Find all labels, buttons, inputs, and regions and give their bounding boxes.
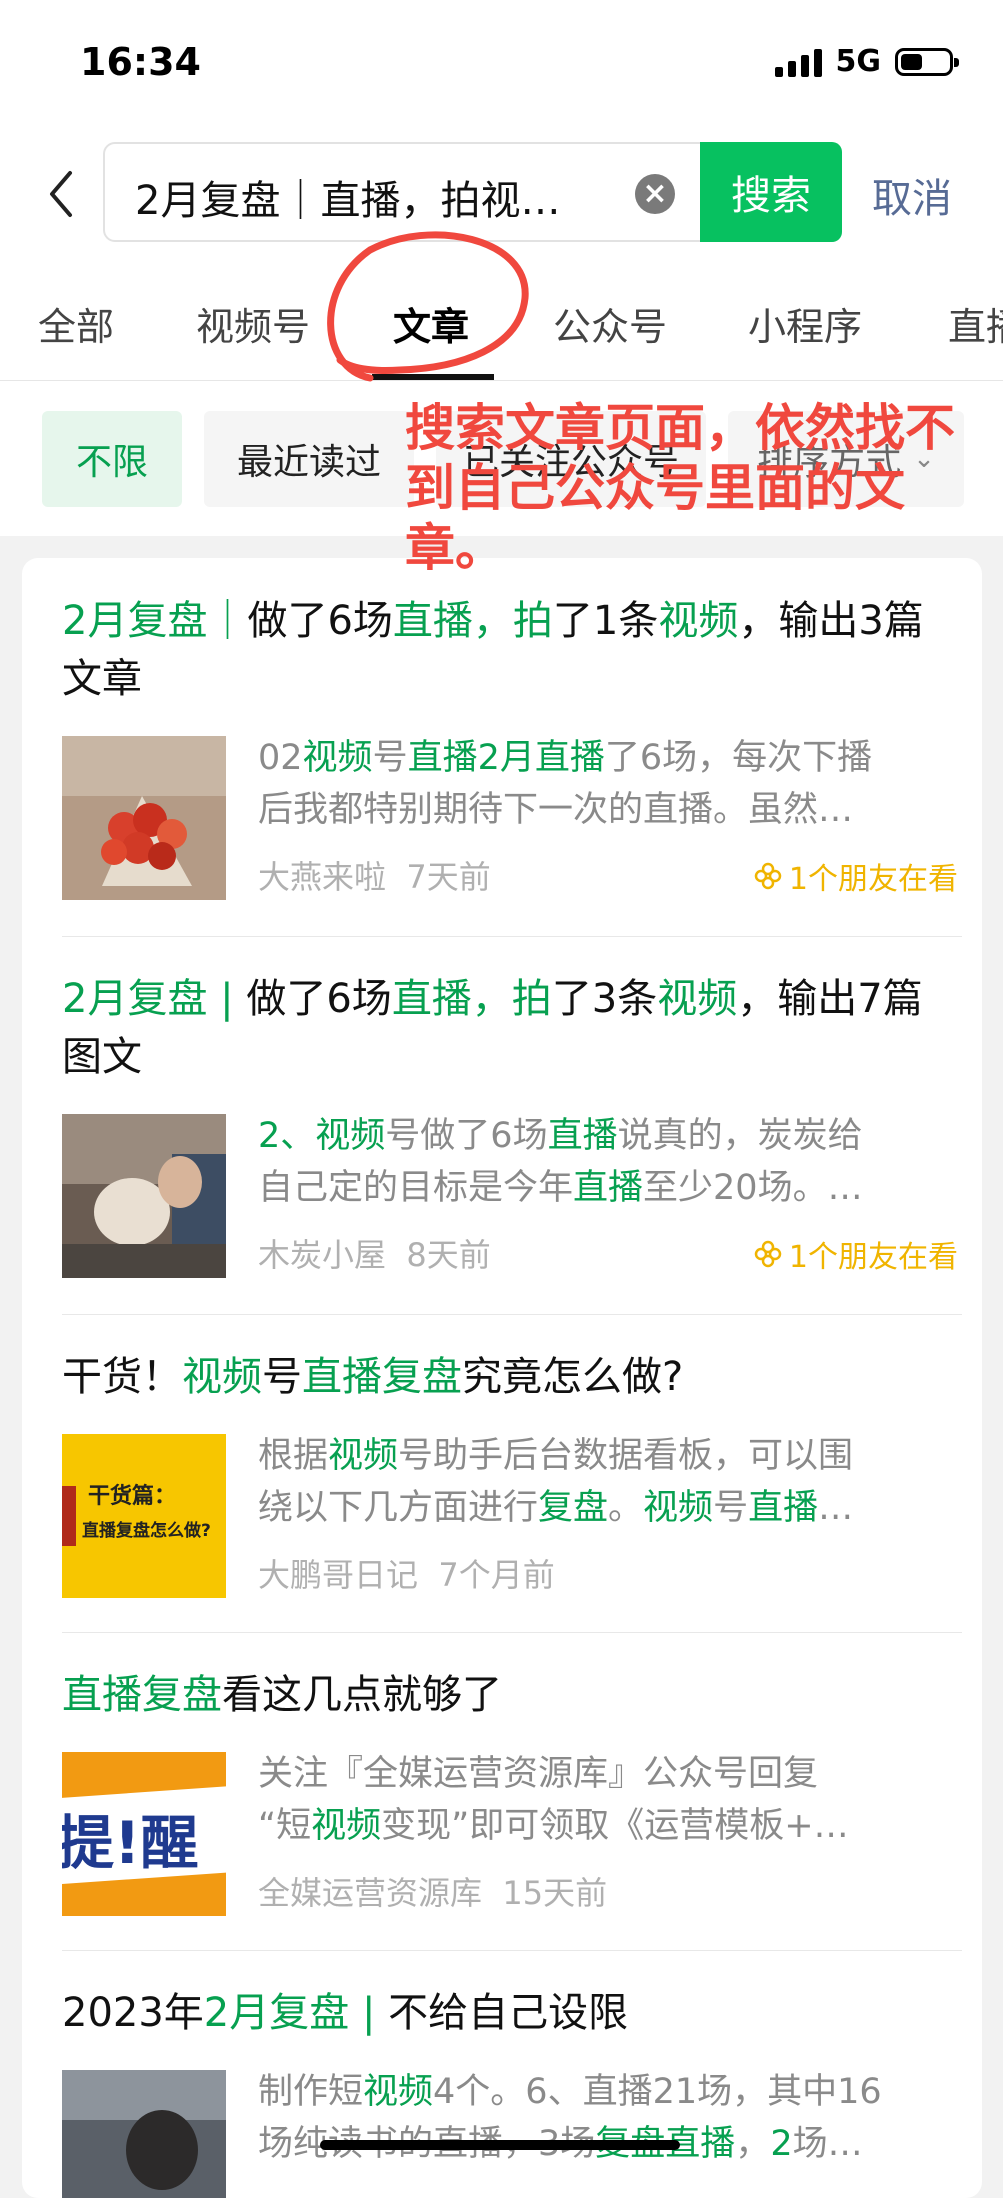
tab-all[interactable]: 全部 bbox=[38, 296, 114, 351]
snippet-line: “短视频变现”即可领取《运营模板+… bbox=[258, 1806, 849, 1846]
signal-icon bbox=[774, 47, 822, 77]
result-title[interactable]: 2023年2月复盘 | 不给自己设限 bbox=[62, 1984, 962, 2042]
results-list: 2月复盘｜做了6场直播，拍了1条视频，输出3篇文章 02视频号直播2月直播了6场… bbox=[22, 558, 982, 2198]
clear-icon[interactable]: × bbox=[635, 174, 675, 214]
snippet-line: 绕以下几方面进行复盘。视频号直播… bbox=[258, 1488, 854, 1528]
result-source: 大鹏哥日记 bbox=[258, 1556, 419, 1594]
friends-reading-badge: 1个朋友在看 bbox=[753, 854, 958, 898]
thumb-text: 直播复盘怎么做? bbox=[82, 1521, 211, 1541]
snippet-line: 自己定的目标是今年直播至少20场。… bbox=[258, 1168, 863, 1208]
tab-channels[interactable]: 视频号 bbox=[196, 296, 310, 351]
thumb-stripe bbox=[62, 1486, 76, 1546]
result-time: 15天前 bbox=[502, 1874, 608, 1912]
tab-mini-programs[interactable]: 小程序 bbox=[748, 296, 862, 351]
result-time: 7个月前 bbox=[438, 1556, 555, 1594]
cancel-button[interactable]: 取消 bbox=[872, 166, 952, 224]
battery-icon bbox=[895, 47, 959, 76]
result-title[interactable]: 干货！视频号直播复盘究竟怎么做? bbox=[62, 1348, 962, 1406]
filter-recent-chip[interactable]: 最近读过 bbox=[204, 411, 414, 507]
result-meta: 全媒运营资源库 15天前 bbox=[258, 1868, 607, 1914]
result-source: 全媒运营资源库 bbox=[258, 1874, 483, 1912]
result-snippet: 根据视频号助手后台数据看板，可以围 绕以下几方面进行复盘。视频号直播… bbox=[258, 1430, 958, 1534]
snippet-line: 02视频号直播2月直播了6场，每次下播 bbox=[258, 738, 873, 778]
thumb-text: 干货篇： bbox=[88, 1484, 177, 1509]
network-label: 5G bbox=[835, 44, 882, 79]
chevron-left-icon[interactable] bbox=[36, 164, 86, 224]
search-button[interactable]: 搜索 bbox=[700, 142, 842, 242]
friends-text: 1个朋友在看 bbox=[788, 862, 958, 897]
snippet-line: 根据视频号助手后台数据看板，可以围 bbox=[258, 1436, 854, 1476]
result-meta: 木炭小屋 8天前 bbox=[258, 1230, 491, 1276]
status-bar: 16:34 5G bbox=[0, 0, 1003, 130]
search-input[interactable]: 2月复盘｜直播，拍视频，输出 × bbox=[103, 142, 703, 242]
result-item[interactable]: 2023年2月复盘 | 不给自己设限 制作短视频4个。6、直播21场，其中16 … bbox=[62, 1950, 962, 2198]
reminder-banner-thumb: 提!醒 bbox=[62, 1752, 226, 1916]
annotation-note: 搜索文章页面，依然找不到自己公众号里面的文章。 bbox=[405, 399, 955, 577]
result-item[interactable]: 直播复盘看这几点就够了 提!醒 关注『全媒运营资源库』公众号回复 “短视频变现”… bbox=[62, 1632, 962, 1951]
friends-text: 1个朋友在看 bbox=[788, 1240, 958, 1275]
battery-level bbox=[901, 53, 922, 70]
yellow-guide-thumb: 干货篇： 直播复盘怎么做? bbox=[62, 1434, 226, 1598]
annotation-circle bbox=[327, 231, 529, 382]
result-time: 7天前 bbox=[406, 858, 491, 896]
result-snippet: 制作短视频4个。6、直播21场，其中16 场纯读书的直播，3场复盘直播，2场… bbox=[258, 2066, 958, 2170]
result-snippet: 关注『全媒运营资源库』公众号回复 “短视频变现”即可领取《运营模板+… bbox=[258, 1748, 958, 1852]
result-source: 木炭小屋 bbox=[258, 1236, 387, 1274]
search-query-text[interactable]: 2月复盘｜直播，拍视频，输出 bbox=[135, 168, 595, 226]
status-indicators: 5G bbox=[774, 44, 959, 79]
snippet-line: 2、视频号做了6场直播说真的，炭炭给 bbox=[258, 1116, 863, 1156]
snippet-line: 后我都特别期待下一次的直播。虽然… bbox=[258, 790, 854, 830]
flower-icon bbox=[754, 1240, 782, 1268]
filter-all-chip[interactable]: 不限 bbox=[42, 411, 182, 507]
person-cat-thumb bbox=[62, 1114, 226, 1278]
result-title[interactable]: 2月复盘｜做了6场直播，拍了1条视频，输出3篇文章 bbox=[62, 592, 962, 708]
friends-reading-badge: 1个朋友在看 bbox=[753, 1232, 958, 1276]
flower-bouquet-thumb bbox=[62, 736, 226, 900]
result-title[interactable]: 2月复盘 | 做了6场直播，拍了3条视频，输出7篇图文 bbox=[62, 970, 962, 1086]
result-snippet: 02视频号直播2月直播了6场，每次下播 后我都特别期待下一次的直播。虽然… bbox=[258, 732, 958, 836]
result-item[interactable]: 干货！视频号直播复盘究竟怎么做? 干货篇： 直播复盘怎么做? 根据视频号助手后台… bbox=[62, 1314, 962, 1633]
snippet-line: 关注『全媒运营资源库』公众号回复 bbox=[258, 1754, 819, 1794]
result-meta: 大燕来啦 7天前 bbox=[258, 852, 491, 898]
status-time: 16:34 bbox=[80, 40, 201, 84]
home-indicator bbox=[320, 2140, 680, 2150]
result-snippet: 2、视频号做了6场直播说真的，炭炭给 自己定的目标是今年直播至少20场。… bbox=[258, 1110, 958, 1214]
result-item[interactable]: 2月复盘 | 做了6场直播，拍了3条视频，输出7篇图文 2、视频号做了6场直播说… bbox=[62, 936, 962, 1315]
result-meta: 大鹏哥日记 7个月前 bbox=[258, 1550, 555, 1596]
result-title[interactable]: 直播复盘看这几点就够了 bbox=[62, 1666, 962, 1724]
result-source: 大燕来啦 bbox=[258, 858, 387, 896]
flower-icon bbox=[754, 862, 782, 890]
thumb-text: 提!醒 bbox=[62, 1809, 199, 1877]
snippet-line: 制作短视频4个。6、直播21场，其中16 bbox=[258, 2072, 882, 2112]
tab-live[interactable]: 直播 bbox=[948, 296, 1003, 351]
result-time: 8天前 bbox=[406, 1236, 491, 1274]
tab-official-accounts[interactable]: 公众号 bbox=[553, 296, 667, 351]
photo-thumb bbox=[62, 2070, 226, 2198]
result-item[interactable]: 2月复盘｜做了6场直播，拍了1条视频，输出3篇文章 02视频号直播2月直播了6场… bbox=[62, 558, 962, 937]
